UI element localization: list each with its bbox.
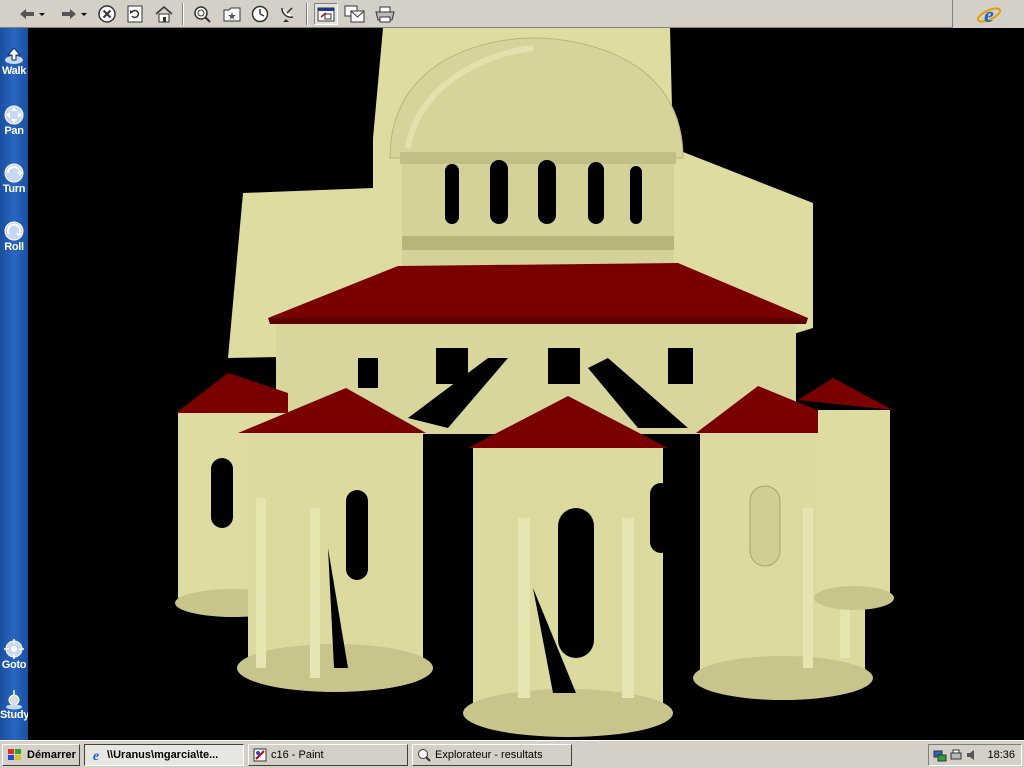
search-button[interactable]: [190, 3, 214, 25]
favorites-button[interactable]: [220, 3, 244, 25]
forward-button[interactable]: [56, 3, 90, 25]
cathedral-3d-model: [175, 28, 894, 737]
turn-button[interactable]: Turn: [0, 162, 28, 195]
toolbar-separator: [182, 3, 184, 25]
paint-icon: [253, 748, 267, 762]
browser-toolbar: e: [0, 0, 1024, 28]
stop-button[interactable]: [96, 3, 118, 25]
roll-label: Roll: [4, 241, 24, 253]
walk-label: Walk: [1, 65, 27, 77]
study-button[interactable]: Study: [0, 688, 30, 721]
back-button[interactable]: [14, 3, 48, 25]
forward-arrow-icon: [62, 9, 87, 19]
pan-icon: [4, 105, 24, 125]
task-browser[interactable]: e \\Uranus\mgarcia\te...: [84, 744, 244, 766]
history-clock-icon: [251, 5, 269, 23]
chapel-right-back: [818, 410, 890, 595]
system-tray: 18:36: [928, 744, 1022, 766]
mail-button[interactable]: [342, 3, 368, 25]
explorer-icon: [418, 749, 431, 762]
turn-icon: [4, 163, 24, 183]
toolbar-separator: [306, 3, 308, 25]
goto-label: Goto: [1, 659, 27, 671]
goto-target-icon: [4, 639, 24, 659]
vrml-3d-viewport[interactable]: [28, 28, 1024, 740]
task-paint[interactable]: c16 - Paint: [248, 744, 408, 766]
printer-tray-icon[interactable]: [949, 748, 963, 762]
vrml-navigation-bar: Walk Pan Turn Roll Goto Study: [0, 28, 30, 740]
history-button[interactable]: [248, 3, 272, 25]
pan-label: Pan: [4, 125, 24, 137]
start-label: Démarrer: [27, 749, 76, 761]
home-icon: [155, 6, 173, 23]
throbber: e: [952, 0, 1024, 28]
home-button[interactable]: [152, 3, 176, 25]
satellite-dish-icon: [281, 7, 294, 22]
refresh-icon: [127, 5, 143, 23]
task-label: Explorateur - resultats: [435, 749, 543, 761]
print-button[interactable]: [372, 3, 398, 25]
windows-logo-icon: [8, 749, 21, 760]
walk-icon: [5, 47, 23, 64]
favorites-folder-icon: [223, 7, 241, 22]
svg-text:e: e: [93, 749, 99, 762]
task-label: \\Uranus\mgarcia\te...: [107, 749, 219, 761]
goto-button[interactable]: Goto: [0, 638, 28, 671]
turn-label: Turn: [2, 183, 26, 195]
refresh-button[interactable]: [124, 3, 146, 25]
printer-icon: [375, 6, 395, 23]
roll-button[interactable]: Roll: [0, 220, 28, 253]
task-explorer[interactable]: Explorateur - resultats: [412, 744, 572, 766]
stop-icon: [98, 5, 116, 23]
windows-taskbar: Démarrer e \\Uranus\mgarcia\te... c16 - …: [0, 740, 1024, 768]
task-label: c16 - Paint: [271, 749, 324, 761]
clock[interactable]: 18:36: [987, 749, 1015, 761]
start-button[interactable]: Démarrer: [2, 744, 80, 766]
mail-icon: [344, 5, 365, 23]
svg-text:e: e: [984, 2, 994, 26]
fullscreen-icon: [317, 7, 335, 22]
ie-logo-icon: e: [976, 2, 1001, 26]
study-label: Study: [0, 709, 30, 721]
search-icon: [194, 6, 211, 23]
pan-button[interactable]: Pan: [0, 104, 28, 137]
channels-button[interactable]: [276, 3, 300, 25]
study-icon: [6, 690, 22, 710]
back-arrow-icon: [20, 9, 45, 19]
ie-icon: e: [93, 749, 99, 762]
network-icon[interactable]: [933, 748, 947, 762]
fullscreen-button[interactable]: [314, 3, 338, 25]
volume-icon[interactable]: [965, 748, 979, 762]
walk-button[interactable]: Walk: [0, 46, 28, 77]
roll-icon: [4, 221, 24, 241]
